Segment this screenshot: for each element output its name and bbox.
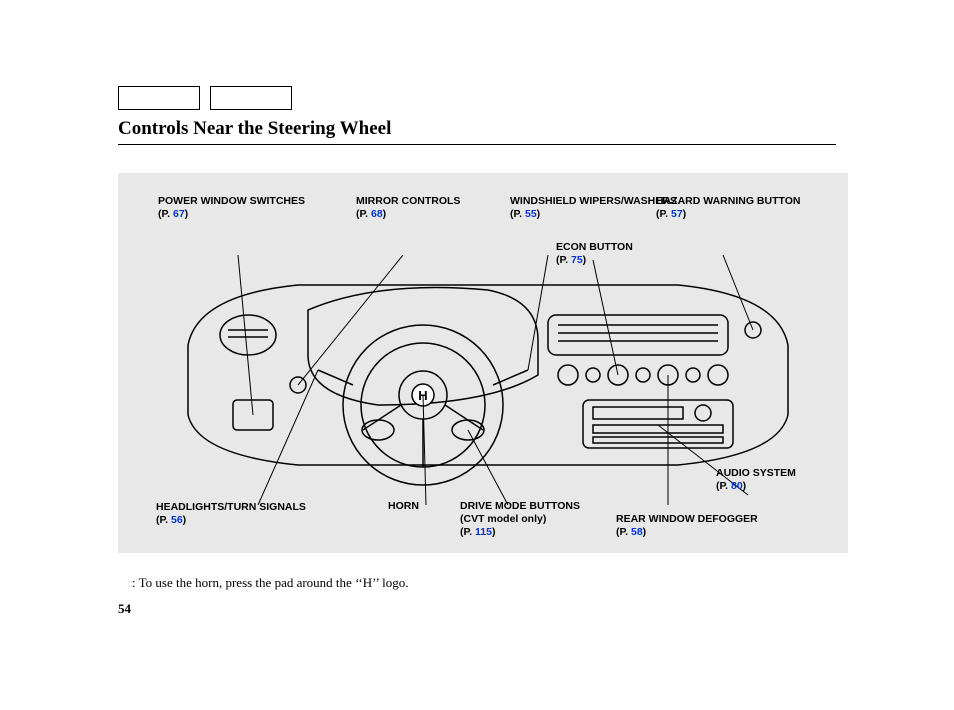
callout-windshield-wipers: WINDSHIELD WIPERS/WASHERS (P. 55) [510, 195, 677, 221]
page-reference[interactable]: (P. 57) [656, 208, 686, 220]
callout-label: WINDSHIELD WIPERS/WASHERS [510, 195, 677, 208]
manual-page: Controls Near the Steering Wheel [0, 0, 954, 617]
callout-label: HAZARD WARNING BUTTON [656, 195, 800, 208]
callout-label: REAR WINDOW DEFOGGER [616, 513, 758, 526]
callout-label: ECON BUTTON [556, 241, 633, 254]
page-reference[interactable]: (P. 115) [460, 526, 495, 538]
page-reference[interactable]: (P. 68) [356, 208, 386, 220]
callout-label: HEADLIGHTS/TURN SIGNALS [156, 501, 306, 514]
callout-label: HORN [388, 500, 419, 513]
footnote: To use the horn, press the pad around th… [120, 575, 836, 591]
callout-drive-mode-buttons: DRIVE MODE BUTTONS (CVT model only) (P. … [460, 500, 580, 539]
callout-label: MIRROR CONTROLS [356, 195, 460, 208]
callout-sublabel: (CVT model only) [460, 513, 580, 526]
callout-mirror-controls: MIRROR CONTROLS (P. 68) [356, 195, 460, 221]
page-reference[interactable]: (P. 58) [616, 526, 646, 538]
dashboard-illustration: H [178, 255, 798, 505]
callout-audio-system: AUDIO SYSTEM (P. 80) [716, 467, 796, 493]
callout-power-window-switches: POWER WINDOW SWITCHES (P. 67) [158, 195, 305, 221]
header-placeholder-boxes [118, 86, 836, 110]
callout-headlights-turn-signals: HEADLIGHTS/TURN SIGNALS (P. 56) [156, 501, 306, 527]
page-reference[interactable]: (P. 55) [510, 208, 540, 220]
section-title: Controls Near the Steering Wheel [118, 118, 836, 145]
callout-label: AUDIO SYSTEM [716, 467, 796, 480]
page-number: 54 [118, 601, 836, 617]
callout-horn: HORN [388, 500, 419, 513]
dashboard-diagram: H [118, 173, 848, 553]
page-reference[interactable]: (P. 80) [716, 480, 746, 492]
callout-label: DRIVE MODE BUTTONS [460, 500, 580, 513]
callout-rear-window-defogger: REAR WINDOW DEFOGGER (P. 58) [616, 513, 758, 539]
placeholder-box [210, 86, 292, 110]
callout-label: POWER WINDOW SWITCHES [158, 195, 305, 208]
callout-hazard-warning: HAZARD WARNING BUTTON (P. 57) [656, 195, 800, 221]
page-reference[interactable]: (P. 67) [158, 208, 188, 220]
page-reference[interactable]: (P. 56) [156, 514, 186, 526]
page-reference[interactable]: (P. 75) [556, 254, 586, 266]
placeholder-box [118, 86, 200, 110]
callout-econ-button: ECON BUTTON (P. 75) [556, 241, 633, 267]
